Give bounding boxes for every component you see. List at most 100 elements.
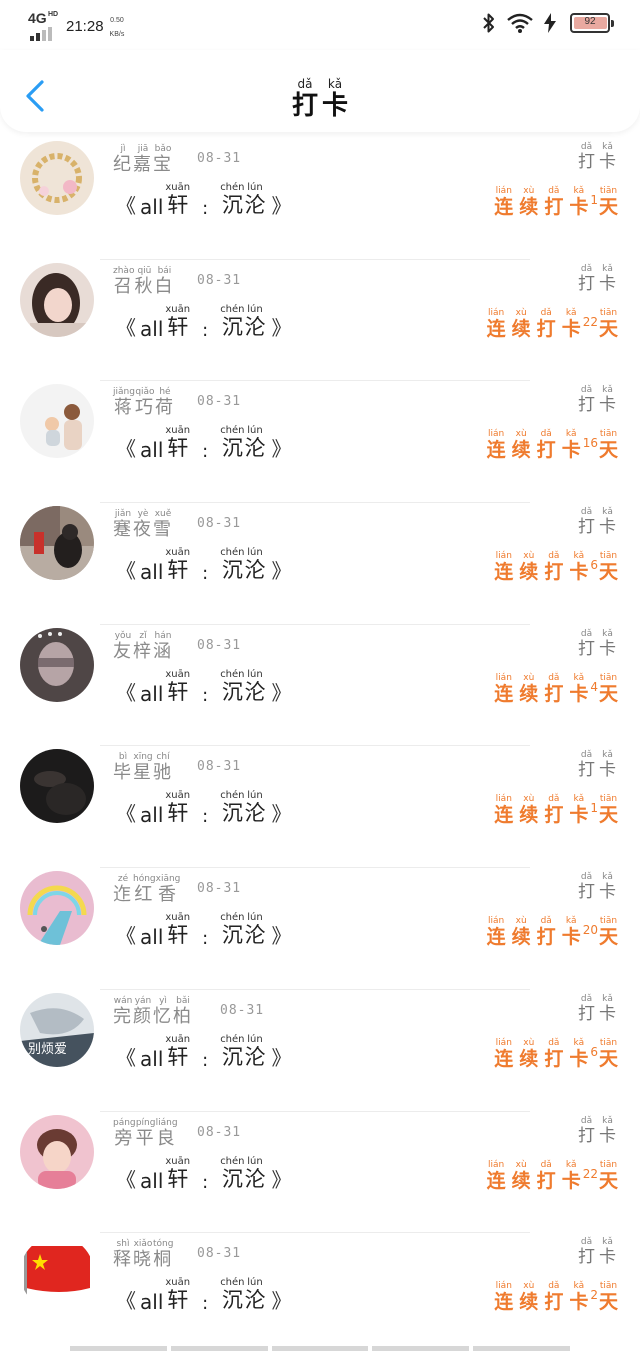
list-item[interactable]: 蒋jiǎng巧qiǎo荷hé 08-31 《 all 轩xuān: 沉chén 沦lún…: [0, 381, 640, 503]
name-char: 秋qiū: [134, 265, 155, 297]
book-bracket-left: 《: [116, 802, 136, 827]
avatar[interactable]: 别烦爱: [20, 992, 94, 1067]
streak-char: 打dǎ: [544, 1037, 564, 1070]
streak-char: 卡kǎ: [561, 307, 581, 340]
list-item[interactable]: 召zhào秋qiū白bái 08-31 《 all 轩xuān: 沉chén 沦lún 》…: [0, 260, 640, 382]
name-char: 桐tóng: [153, 1239, 174, 1271]
punch-char: 卡kǎ: [599, 263, 616, 294]
book-char: 沦lún: [244, 1033, 266, 1069]
name-char: 忆yì: [153, 995, 173, 1027]
book-char: 沦lún: [244, 790, 266, 826]
checkin-date: 08-31: [197, 394, 242, 410]
avatar[interactable]: [20, 141, 94, 215]
avatar[interactable]: [20, 262, 94, 337]
name-char: 涵hán: [153, 630, 173, 662]
streak-char: 卡kǎ: [569, 794, 589, 827]
streak-char: 连lián: [486, 916, 506, 949]
name-char: 宝bǎo: [153, 144, 173, 175]
streak-days: 4: [590, 679, 598, 694]
punch-char: 打dǎ: [578, 750, 595, 781]
book-title: 《 all 轩xuān: 沉chén 沦lún 》: [116, 182, 292, 219]
book-bracket-right: 》: [271, 559, 292, 584]
checkin-date: 08-31: [197, 637, 242, 653]
name-char: 完wán: [113, 995, 133, 1027]
streak-char: 卡kǎ: [569, 186, 589, 218]
streak-char: 天tiān: [598, 551, 618, 584]
punch-char: 打dǎ: [578, 872, 595, 903]
avatar[interactable]: [20, 1236, 94, 1311]
list-item[interactable]: 毕bì星xīng驰chí 08-31 《 all 轩xuān: 沉chén 沦lún 》 …: [0, 746, 640, 868]
list-item[interactable]: 友yǒu梓zǐ涵hán 08-31 《 all 轩xuān: 沉chén 沦lún 》 打…: [0, 625, 640, 747]
avatar[interactable]: [20, 384, 94, 459]
streak-char: 卡kǎ: [569, 1281, 589, 1314]
name-char: 召zhào: [113, 265, 135, 297]
user-name: 毕bì星xīng驰chí: [113, 752, 173, 784]
streak-char: 卡kǎ: [561, 916, 581, 949]
book-colon: :: [202, 1171, 209, 1193]
book-char: 沉chén: [220, 1033, 245, 1069]
dark-hands-avatar: [20, 749, 94, 824]
book-en: all: [140, 1290, 164, 1315]
charging-icon: [544, 13, 556, 33]
checkin-label: 打dǎ卡kǎ: [574, 507, 616, 537]
book-bracket-left: 《: [116, 437, 136, 462]
checkin-label: 打dǎ卡kǎ: [574, 1237, 616, 1267]
name-char: 梓zǐ: [133, 630, 153, 662]
checkin-date: 08-31: [197, 151, 242, 166]
status-bar: 4G HD 21:28 0.50 KB/s 92: [0, 0, 640, 50]
streak-char: 卡kǎ: [561, 1159, 581, 1192]
list-item[interactable]: 别烦爱 完wán颜yán忆yì柏bǎi 08-31 《 all 轩xuān: 沉ché…: [0, 990, 640, 1112]
punch-char: 打dǎ: [578, 1237, 595, 1268]
book-char: 轩xuān: [165, 1277, 191, 1313]
title-char: 卡kǎ: [322, 77, 349, 121]
streak-char: 天tiān: [598, 794, 618, 827]
streak-char: 续xù: [511, 916, 531, 949]
clock: 21:28: [66, 18, 104, 35]
streak-char: 打dǎ: [536, 1159, 556, 1192]
list-item[interactable]: 旁páng平píng良liáng 08-31 《 all 轩xuān: 沉chén 沦l…: [0, 1112, 640, 1234]
name-char: 巧qiǎo: [134, 387, 155, 419]
user-name: 友yǒu梓zǐ涵hán: [113, 631, 173, 663]
book-char: 沦lún: [244, 668, 266, 704]
streak-char: 打dǎ: [544, 186, 564, 218]
list-item[interactable]: 纪jì嘉jiā宝bǎo 08-31 《 all 轩xuān: 沉chén 沦lún 》 打…: [0, 138, 640, 260]
avatar[interactable]: [20, 1114, 94, 1189]
book-colon: :: [202, 806, 209, 828]
streak-days: 6: [590, 1044, 598, 1059]
streak-char: 天tiān: [598, 916, 618, 949]
book-title: 《 all 轩xuān: 沉chén 沦lún 》: [116, 1034, 292, 1071]
avatar[interactable]: [20, 871, 94, 946]
name-char: 迮zé: [113, 874, 133, 906]
streak-text: 连lián 续xù 打dǎ 卡kǎ 6 天tiān: [488, 1038, 618, 1071]
checkin-label: 打dǎ卡kǎ: [574, 629, 616, 659]
avatar[interactable]: [20, 749, 94, 824]
streak-char: 续xù: [519, 551, 539, 584]
avatar[interactable]: [20, 627, 94, 702]
book-title: 《 all 轩xuān: 沉chén 沦lún 》: [116, 1277, 292, 1314]
streak-char: 天tiān: [598, 1281, 618, 1314]
net-speed-unit: KB/s: [109, 31, 125, 38]
signal-icon: [30, 27, 52, 41]
streak-char: 连lián: [494, 672, 514, 705]
punch-char: 卡kǎ: [599, 1115, 616, 1146]
streak-days: 2: [590, 1288, 598, 1303]
streak-char: 连lián: [494, 794, 514, 827]
book-char: 沉chén: [220, 303, 245, 339]
page-title: 打dǎ卡kǎ: [0, 77, 640, 122]
name-char: 驰chí: [153, 752, 173, 784]
book-colon: :: [202, 684, 209, 706]
list-item[interactable]: 蹇jiǎn夜yè雪xuě 08-31 《 all 轩xuān: 沉chén 沦lún 》 …: [0, 503, 640, 625]
avatar[interactable]: [20, 506, 94, 581]
checkin-label: 打dǎ卡kǎ: [574, 385, 616, 415]
book-en: all: [140, 316, 164, 341]
book-char: 沦lún: [244, 1277, 266, 1313]
list-item[interactable]: 释shì晓xiǎo桐tóng 08-31 《 all 轩xuān: 沉chén 沦lún…: [0, 1233, 640, 1351]
streak-char: 打dǎ: [536, 307, 556, 340]
streak-char: 天tiān: [598, 307, 618, 340]
list-item[interactable]: 迮zé红hóng香xiāng 08-31 《 all 轩xuān: 沉chén 沦lún…: [0, 868, 640, 990]
streak-text: 连lián 续xù 打dǎ 卡kǎ 22 天tiān: [481, 308, 618, 341]
punch-char: 卡kǎ: [599, 628, 616, 659]
network-hd: HD: [48, 11, 59, 18]
streak-text: 连lián 续xù 打dǎ 卡kǎ 22 天tiān: [481, 1160, 618, 1193]
china-flag-avatar: [20, 1236, 94, 1311]
